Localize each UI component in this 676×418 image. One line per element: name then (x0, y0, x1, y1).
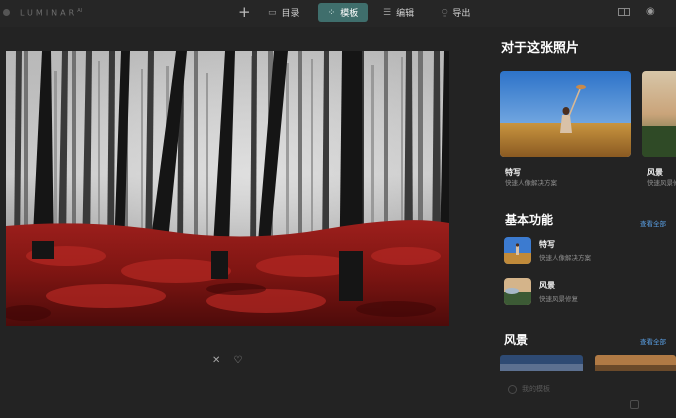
portrait-thumbnail (500, 71, 631, 157)
template-card-landscape[interactable] (642, 71, 676, 157)
panel-settings-icon[interactable] (630, 400, 639, 409)
tab-export[interactable]: ⍜ 导出 (442, 3, 470, 22)
tab-export-label: 导出 (452, 9, 471, 19)
list-item-portrait-name: 特写 (539, 240, 555, 249)
add-photos-button[interactable]: + (238, 3, 251, 21)
see-all-basic-link[interactable]: 查看全部 (640, 218, 666, 228)
landscape-template-thumb-1[interactable] (500, 355, 583, 371)
tab-catalog-label: 目录 (281, 9, 300, 19)
window-menu-icon[interactable] (3, 9, 10, 16)
tab-templates[interactable]: ⁘ 模板 (318, 3, 368, 22)
templates-icon: ⁘ (327, 7, 336, 18)
tab-edit[interactable]: ☰ 编辑 (383, 3, 414, 22)
folder-icon: ▭ (268, 7, 277, 18)
landscape-small-thumbnail (504, 278, 531, 305)
tab-templates-label: 模板 (340, 9, 359, 19)
template-card-portrait[interactable] (500, 71, 631, 157)
card-landscape-subtitle: 快速风景修复 (647, 179, 676, 187)
see-all-landscape-link[interactable]: 查看全部 (640, 336, 666, 346)
tab-catalog[interactable]: ▭ 目录 (268, 3, 300, 22)
section-title-for-this-photo: 对于这张照片 (501, 41, 580, 56)
portrait-small-thumbnail (504, 237, 531, 264)
top-toolbar: LUMINARAI + ▭ 目录 ⁘ 模板 ☰ 编辑 ⍜ 导出 ◉ (0, 0, 676, 27)
compare-icon[interactable] (618, 8, 630, 16)
list-item-landscape[interactable]: 风景 快速风景修复 (504, 278, 578, 305)
landscape-thumbnail (642, 71, 676, 157)
section-title-landscape: 风景 (504, 333, 529, 347)
plus-icon: + (238, 3, 251, 21)
photo-actions: ✕ ♡ (212, 355, 242, 366)
user-icon (508, 384, 517, 394)
my-templates-label: 我的模板 (522, 385, 550, 393)
list-item-portrait[interactable]: 特写 快速人像解决方案 (504, 237, 591, 264)
list-item-landscape-subtitle: 快速风景修复 (539, 295, 578, 303)
my-templates-button[interactable]: 我的模板 (508, 384, 550, 394)
reject-icon[interactable]: ✕ (212, 355, 220, 366)
photo-viewport[interactable] (6, 51, 449, 326)
card-portrait-subtitle: 快速人像解决方案 (505, 179, 557, 187)
sliders-icon: ☰ (383, 7, 392, 18)
forest-photo (6, 51, 449, 326)
section-title-basic: 基本功能 (505, 213, 554, 227)
list-item-landscape-name: 风景 (539, 281, 555, 290)
export-icon: ⍜ (442, 7, 448, 18)
eye-icon[interactable]: ◉ (646, 6, 655, 17)
landscape-template-thumb-2[interactable] (595, 355, 676, 371)
list-item-portrait-subtitle: 快速人像解决方案 (539, 254, 591, 262)
tab-edit-label: 编辑 (396, 9, 415, 19)
favorite-icon[interactable]: ♡ (233, 355, 242, 366)
templates-panel: 对于这张照片 特写 快速人像解决方案 风景 快速风景 基本功能 查看全部 特写 … (490, 28, 676, 418)
app-title: LUMINARAI (20, 8, 83, 18)
